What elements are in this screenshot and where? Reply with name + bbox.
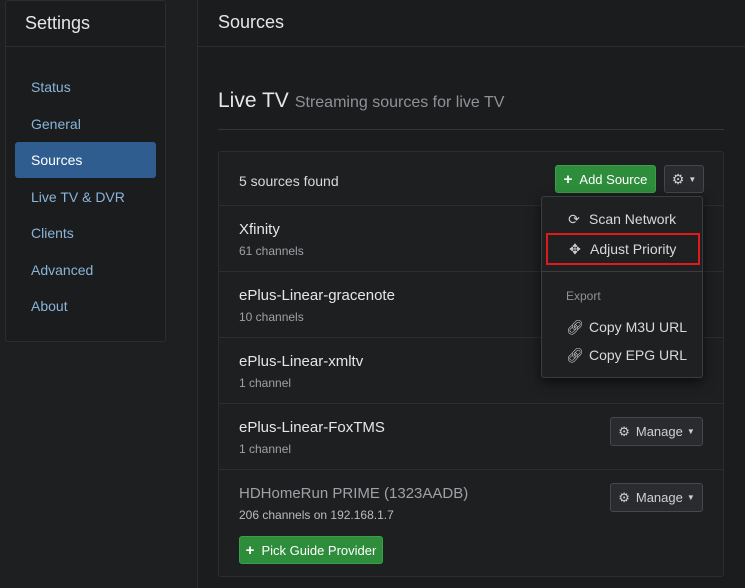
plus-icon: + — [563, 170, 573, 188]
sources-count: 5 sources found — [239, 173, 339, 189]
sidebar-item-sources[interactable]: Sources — [15, 142, 156, 178]
link-icon: 🔗︎ — [566, 346, 584, 363]
source-detail: 1 channel — [239, 376, 292, 390]
main-header: Sources — [198, 0, 745, 47]
source-detail: 1 channel — [239, 442, 292, 456]
sidebar-title: Settings — [25, 13, 91, 33]
sidebar-item-advanced[interactable]: Advanced — [15, 252, 156, 288]
manage-button[interactable]: ⚙ Manage ▼ — [610, 483, 703, 512]
adjust-priority-item[interactable]: ✥ Adjust Priority — [546, 233, 700, 265]
copy-epg-label: Copy EPG URL — [589, 347, 688, 363]
gear-icon: ⚙ — [671, 170, 685, 187]
gear-icon: ⚙ — [618, 423, 630, 439]
add-source-label: Add Source — [579, 171, 648, 187]
sidebar-item-live-tv-dvr[interactable]: Live TV & DVR — [15, 179, 156, 215]
source-row: HDHomeRun PRIME (1323AADB) 206 channels … — [219, 470, 723, 577]
page-title: Live TV Streaming sources for live TV — [218, 89, 504, 113]
caret-down-icon: ▼ — [686, 493, 695, 502]
pick-guide-provider-button[interactable]: + Pick Guide Provider — [239, 536, 383, 564]
manage-label: Manage — [635, 490, 683, 505]
source-name: Xfinity — [239, 221, 280, 238]
main-header-title: Sources — [218, 12, 285, 32]
plus-icon: + — [245, 541, 255, 559]
gear-icon: ⚙ — [618, 489, 630, 505]
settings-sidebar: Settings Status General Sources Live TV … — [5, 0, 166, 342]
copy-epg-url-item[interactable]: 🔗︎ Copy EPG URL — [542, 341, 702, 369]
manage-label: Manage — [635, 424, 683, 439]
manage-button[interactable]: ⚙ Manage ▼ — [610, 417, 703, 446]
copy-m3u-label: Copy M3U URL — [589, 319, 688, 335]
copy-m3u-url-item[interactable]: 🔗︎ Copy M3U URL — [542, 313, 702, 341]
source-name: HDHomeRun PRIME (1323AADB) — [239, 485, 469, 502]
source-detail: 61 channels — [239, 244, 304, 258]
caret-down-icon: ▼ — [688, 174, 697, 184]
source-detail: 206 channels on 192.168.1.7 — [239, 508, 394, 522]
sidebar-item-about[interactable]: About — [15, 288, 156, 324]
move-arrows-icon: ✥ — [569, 240, 581, 257]
title-divider — [218, 129, 724, 130]
scan-network-item[interactable]: ⟳ Scan Network — [542, 205, 702, 233]
scan-network-label: Scan Network — [589, 211, 677, 227]
adjust-priority-label: Adjust Priority — [590, 241, 677, 257]
sidebar-item-clients[interactable]: Clients — [15, 215, 156, 251]
source-row: ePlus-Linear-FoxTMS 1 channel ⚙ Manage ▼ — [219, 404, 723, 470]
source-name: ePlus-Linear-FoxTMS — [239, 419, 385, 436]
link-icon: 🔗︎ — [566, 318, 584, 335]
page-title-text: Live TV — [218, 89, 289, 112]
source-detail: 10 channels — [239, 310, 304, 324]
source-name: ePlus-Linear-xmltv — [239, 353, 364, 370]
settings-dropdown-menu: ⟳ Scan Network ✥ Adjust Priority Export … — [541, 196, 703, 378]
dropdown-divider — [542, 271, 702, 272]
sidebar-header: Settings — [6, 1, 165, 47]
add-source-button[interactable]: + Add Source — [555, 165, 656, 193]
source-name: ePlus-Linear-gracenote — [239, 287, 395, 304]
pick-guide-provider-label: Pick Guide Provider — [261, 542, 377, 558]
settings-menu-button[interactable]: ⚙ ▼ — [664, 165, 704, 193]
sidebar-item-status[interactable]: Status — [15, 69, 156, 105]
export-header: Export — [566, 289, 601, 303]
refresh-icon: ⟳ — [568, 210, 580, 227]
sidebar-item-general[interactable]: General — [15, 106, 156, 142]
caret-down-icon: ▼ — [686, 427, 695, 436]
page-subtitle: Streaming sources for live TV — [294, 94, 505, 111]
